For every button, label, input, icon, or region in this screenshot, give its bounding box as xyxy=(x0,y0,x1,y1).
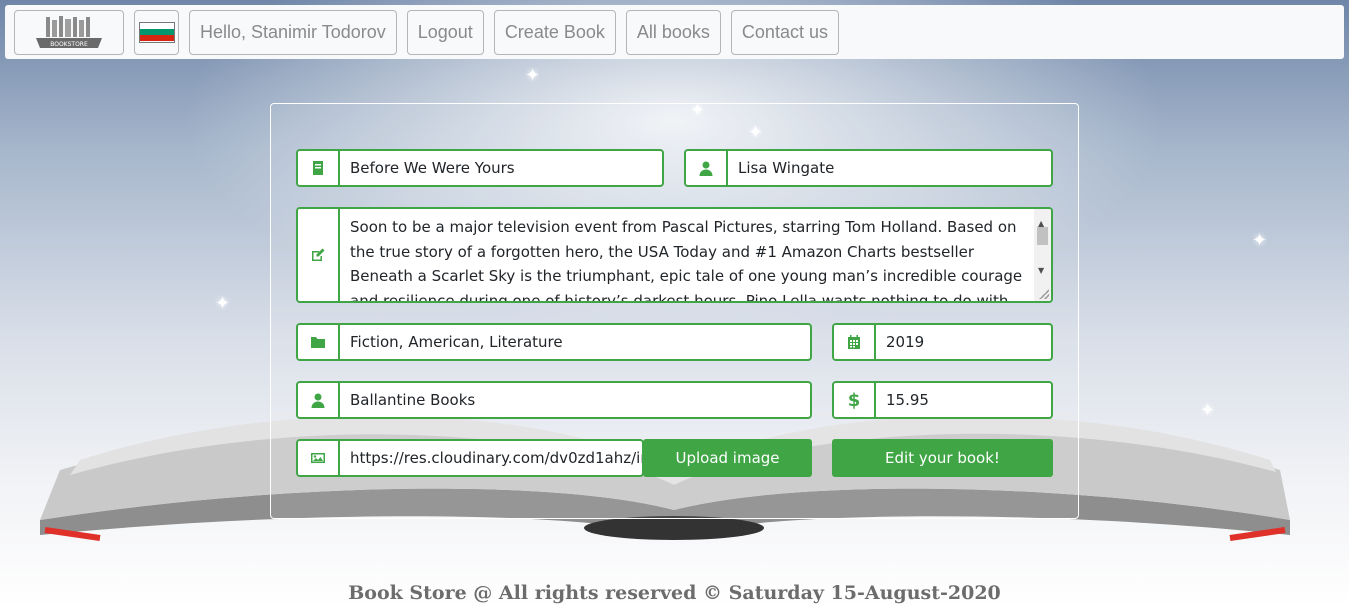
image-url-input-group: https://res.cloudinary.com/dv0zd1ahz/ir xyxy=(296,439,644,477)
title-input[interactable]: Before We Were Yours xyxy=(340,151,662,185)
image-url-input[interactable]: https://res.cloudinary.com/dv0zd1ahz/ir xyxy=(340,441,642,475)
bookstore-logo-button[interactable]: BOOKSTORE xyxy=(14,9,124,55)
scrollbar-thumb[interactable] xyxy=(1037,227,1048,245)
bookstore-logo-icon: BOOKSTORE xyxy=(36,16,102,48)
edit-book-submit-button[interactable]: Edit your book! xyxy=(832,439,1053,477)
svg-text:BOOKSTORE: BOOKSTORE xyxy=(50,41,88,48)
sparkle-decoration: ✦ xyxy=(215,293,231,314)
genres-input[interactable]: Fiction, American, Literature xyxy=(340,325,810,359)
price-input-group: $ 15.95 xyxy=(832,381,1053,419)
description-scrollbar[interactable]: ▲ ▼ xyxy=(1034,209,1051,301)
sparkle-decoration: ✦ xyxy=(1200,400,1216,421)
author-input-group: Lisa Wingate xyxy=(684,149,1053,187)
price-input[interactable]: 15.95 xyxy=(876,383,1051,417)
logout-button[interactable]: Logout xyxy=(406,9,484,55)
publisher-input[interactable]: Ballantine Books xyxy=(340,383,810,417)
image-icon xyxy=(298,441,340,475)
genres-input-group: Fiction, American, Literature xyxy=(296,323,812,361)
title-input-group: Before We Were Yours xyxy=(296,149,664,187)
language-flag-button[interactable] xyxy=(134,9,179,55)
edit-icon xyxy=(298,209,340,301)
user-icon xyxy=(686,151,728,185)
user-greeting-link[interactable]: Hello, Stanimir Todorov xyxy=(189,9,397,55)
description-text: Soon to be a major television event from… xyxy=(350,218,1023,301)
year-input[interactable]: 2019 xyxy=(876,325,1051,359)
upload-image-button[interactable]: Upload image xyxy=(643,439,812,477)
contact-us-button[interactable]: Contact us xyxy=(730,9,839,55)
folder-icon xyxy=(298,325,340,359)
description-textarea[interactable]: Soon to be a major television event from… xyxy=(340,209,1051,301)
book-icon xyxy=(298,151,340,185)
all-books-button[interactable]: All books xyxy=(625,9,721,55)
footer-copyright: Book Store @ All rights reserved © Satur… xyxy=(348,582,1001,604)
top-navbar: BOOKSTORE Hello, Stanimir Todorov Logout… xyxy=(5,5,1344,59)
publisher-input-group: Ballantine Books xyxy=(296,381,812,419)
scroll-down-arrow-icon[interactable]: ▼ xyxy=(1038,259,1044,284)
dollar-icon: $ xyxy=(834,383,876,417)
author-input[interactable]: Lisa Wingate xyxy=(728,151,1051,185)
create-book-button[interactable]: Create Book xyxy=(493,9,616,55)
year-input-group: 2019 xyxy=(832,323,1053,361)
publisher-user-icon xyxy=(298,383,340,417)
description-input-group: Soon to be a major television event from… xyxy=(296,207,1053,303)
sparkle-decoration: ✦ xyxy=(525,65,541,86)
calendar-icon xyxy=(834,325,876,359)
resize-handle-icon[interactable] xyxy=(1039,289,1049,299)
sparkle-decoration: ✦ xyxy=(1252,230,1268,251)
bulgarian-flag-icon xyxy=(138,21,175,43)
